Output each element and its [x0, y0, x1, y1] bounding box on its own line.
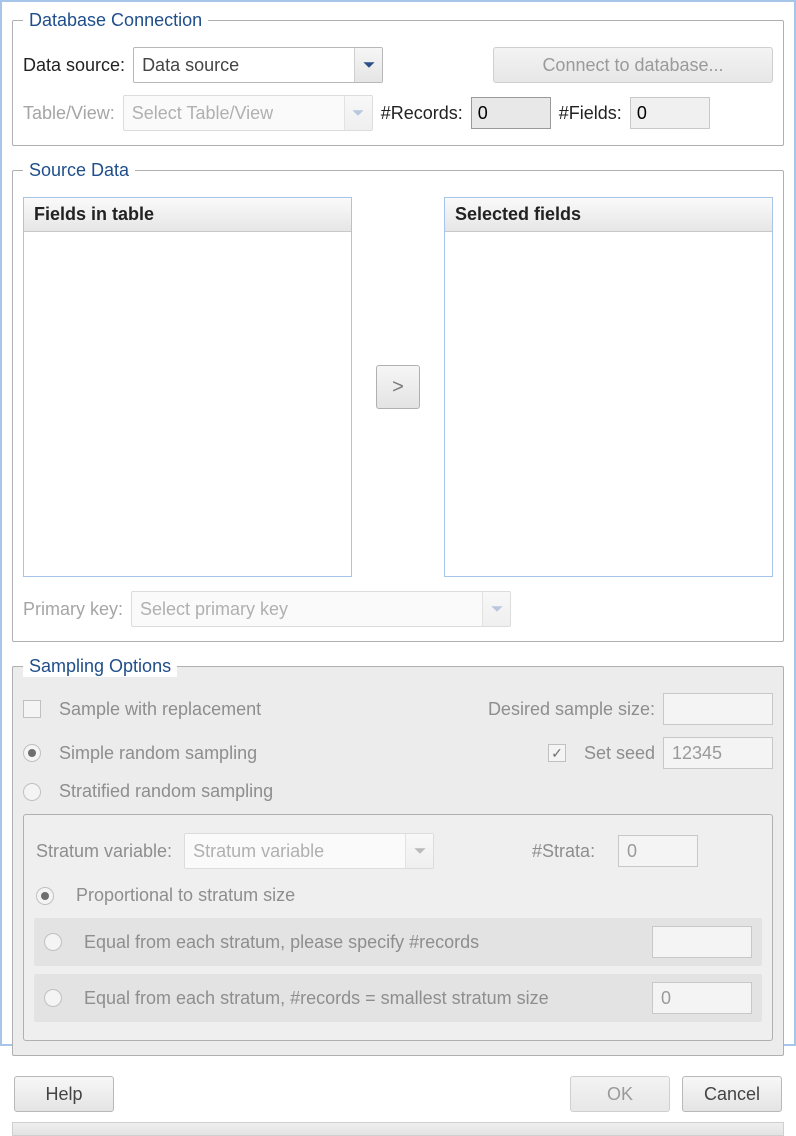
row-primary-key: Primary key: Select primary key	[23, 591, 773, 627]
connect-button-label: Connect to database...	[542, 55, 723, 76]
row-datasource: Data source: Data source Connect to data…	[23, 47, 773, 83]
checkbox-set-seed[interactable]	[548, 744, 566, 762]
radio-equal-specify[interactable]	[44, 933, 62, 951]
cancel-button-label: Cancel	[704, 1084, 760, 1105]
combo-tableview-placeholder: Select Table/View	[124, 103, 344, 124]
legend-sampling-options: Sampling Options	[23, 656, 177, 677]
label-equal-specify: Equal from each stratum, please specify …	[84, 932, 640, 953]
source-columns: Fields in table > Selected fields	[23, 197, 773, 577]
status-strip	[12, 1122, 784, 1136]
ok-button-label: OK	[607, 1084, 633, 1105]
header-fields-in-table: Fields in table	[24, 198, 351, 232]
row-tableview: Table/View: Select Table/View #Records: …	[23, 95, 773, 131]
label-records: #Records:	[381, 103, 463, 124]
combo-datasource[interactable]: Data source	[133, 47, 383, 83]
label-sample-with-replacement: Sample with replacement	[59, 699, 261, 720]
legend-database-connection: Database Connection	[23, 10, 208, 31]
input-desired-sample-size[interactable]	[663, 693, 773, 725]
help-button[interactable]: Help	[14, 1076, 114, 1112]
body-selected-fields	[445, 232, 772, 576]
group-database-connection: Database Connection Data source: Data so…	[12, 10, 784, 146]
mid-column: >	[370, 197, 426, 577]
chevron-down-icon	[354, 48, 382, 82]
list-selected-fields[interactable]: Selected fields	[444, 197, 773, 577]
group-source-data: Source Data Fields in table > Selected f…	[12, 160, 784, 642]
list-fields-in-table[interactable]: Fields in table	[23, 197, 352, 577]
checkbox-sample-with-replacement[interactable]	[23, 700, 41, 718]
value-records: 0	[471, 97, 551, 129]
combo-stratum-variable-placeholder: Stratum variable	[185, 841, 405, 862]
header-selected-fields: Selected fields	[445, 198, 772, 232]
label-proportional-to-stratum: Proportional to stratum size	[76, 885, 760, 906]
combo-stratum-variable[interactable]: Stratum variable	[184, 833, 434, 869]
row-stratified: Stratified random sampling	[23, 781, 773, 802]
label-desired-sample-size: Desired sample size:	[488, 699, 655, 720]
dialog-button-bar: Help OK Cancel	[12, 1070, 784, 1114]
row-proportional: Proportional to stratum size	[34, 881, 762, 910]
label-stratum-variable: Stratum variable:	[36, 841, 172, 862]
label-simple-random-sampling: Simple random sampling	[59, 743, 257, 764]
value-fields: 0	[630, 97, 710, 129]
row-equal-smallest: Equal from each stratum, #records = smal…	[34, 974, 762, 1022]
move-right-button[interactable]: >	[376, 365, 420, 409]
label-nstrata: #Strata:	[532, 841, 606, 862]
radio-simple-random-sampling[interactable]	[23, 744, 41, 762]
chevron-down-icon	[344, 96, 372, 130]
label-set-seed: Set seed	[584, 743, 655, 764]
radio-equal-smallest[interactable]	[44, 989, 62, 1007]
row-simple-random: Simple random sampling Set seed 12345	[23, 737, 773, 769]
label-primary-key: Primary key:	[23, 599, 123, 620]
radio-proportional-to-stratum[interactable]	[36, 887, 54, 905]
help-button-label: Help	[45, 1084, 82, 1105]
row-stratum-variable: Stratum variable: Stratum variable #Stra…	[34, 829, 762, 873]
legend-source-data: Source Data	[23, 160, 135, 181]
label-equal-smallest: Equal from each stratum, #records = smal…	[84, 988, 640, 1009]
combo-primary-key-placeholder: Select primary key	[132, 599, 482, 620]
connect-to-database-button[interactable]: Connect to database...	[493, 47, 773, 83]
label-fields: #Fields:	[559, 103, 622, 124]
combo-datasource-text: Data source	[134, 55, 354, 76]
ok-button[interactable]: OK	[570, 1076, 670, 1112]
radio-stratified-sampling[interactable]	[23, 783, 41, 801]
label-tableview: Table/View:	[23, 103, 115, 124]
row-equal-specify: Equal from each stratum, please specify …	[34, 918, 762, 966]
input-equal-specify-records[interactable]	[652, 926, 752, 958]
chevron-down-icon	[482, 592, 510, 626]
chevron-down-icon	[405, 834, 433, 868]
label-datasource: Data source:	[23, 55, 125, 76]
label-stratified-sampling: Stratified random sampling	[59, 781, 273, 802]
chevron-right-icon: >	[392, 376, 404, 399]
stratified-options-panel: Stratum variable: Stratum variable #Stra…	[23, 814, 773, 1041]
cancel-button[interactable]: Cancel	[682, 1076, 782, 1112]
value-equal-smallest-records: 0	[652, 982, 752, 1014]
group-sampling-options: Sampling Options Sample with replacement…	[12, 656, 784, 1056]
row-replace: Sample with replacement Desired sample s…	[23, 693, 773, 725]
value-nstrata: 0	[618, 835, 698, 867]
body-fields-in-table	[24, 232, 351, 576]
combo-tableview[interactable]: Select Table/View	[123, 95, 373, 131]
combo-primary-key[interactable]: Select primary key	[131, 591, 511, 627]
input-seed[interactable]: 12345	[663, 737, 773, 769]
dialog-root: Database Connection Data source: Data so…	[0, 0, 796, 1046]
